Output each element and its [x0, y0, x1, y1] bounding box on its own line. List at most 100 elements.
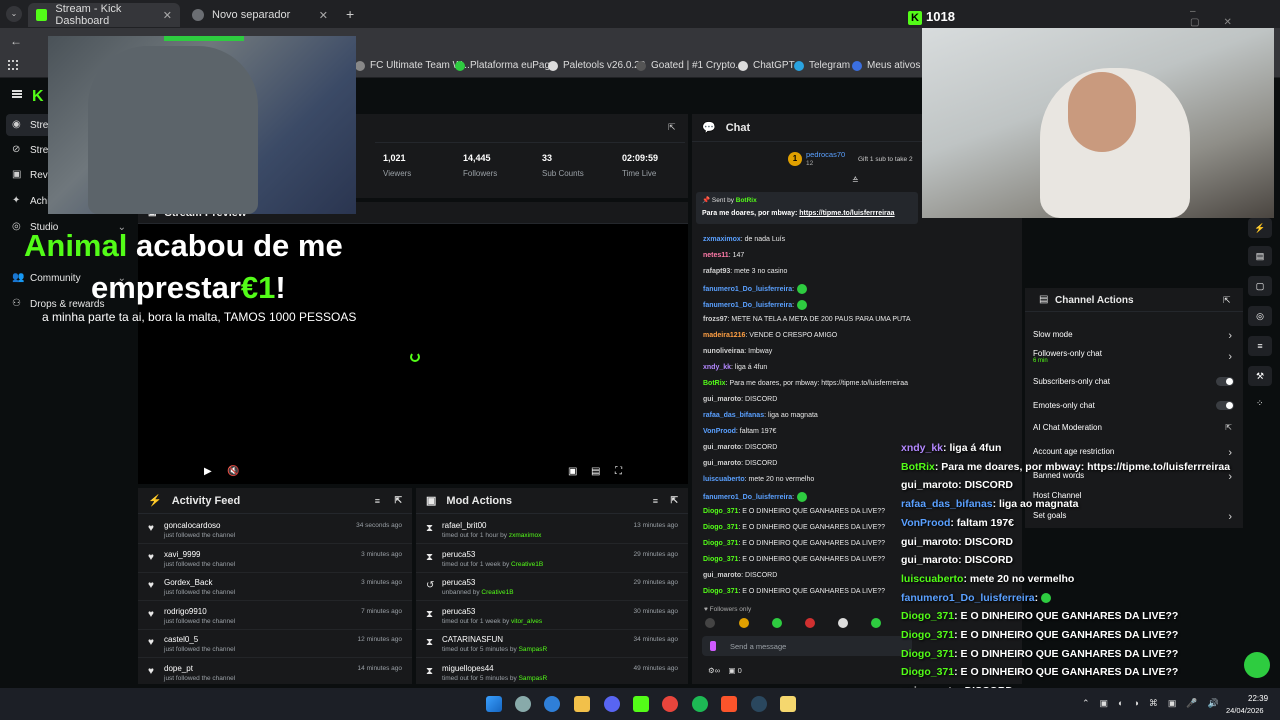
popout-icon[interactable]: ⇱ — [668, 122, 676, 133]
back-icon[interactable]: ← — [10, 34, 22, 48]
activity-row[interactable]: ♥ xavi_9999 just followed the channel 3 … — [138, 544, 412, 573]
chat-message[interactable]: gui_maroto: DISCORD — [703, 460, 777, 467]
chat-username[interactable]: gui_maroto — [703, 460, 741, 467]
chat-message[interactable]: fanumero1_Do_luisferreira: — [703, 300, 808, 310]
ai-moderation-row[interactable]: AI Chat Moderation ⇱ — [1033, 423, 1238, 435]
slow-mode-row[interactable]: Slow mode › — [1033, 330, 1238, 342]
mod-target-username[interactable]: peruca53 — [442, 578, 475, 587]
chat-username[interactable]: nunoliveiraa — [703, 348, 744, 355]
chat-message[interactable]: Diogo_371: E O DINHEIRO QUE GANHARES DA … — [703, 588, 885, 595]
bookmark-item[interactable]: Plataforma euPago — [455, 60, 556, 71]
chat-username[interactable]: gui_maroto — [703, 572, 741, 579]
chat-username[interactable]: gui_maroto — [703, 444, 741, 451]
chat-username[interactable]: fanumero1_Do_luisferreira — [703, 286, 792, 293]
subscribers-only-toggle[interactable] — [1216, 377, 1234, 386]
mod-action-row[interactable]: ↺ peruca53 unbanned by Creative1B 29 min… — [416, 572, 688, 602]
emote-icon[interactable] — [705, 618, 715, 628]
popout-icon[interactable]: ⇱ — [670, 495, 678, 506]
chat-message[interactable]: fanumero1_Do_luisferreira: — [703, 284, 808, 294]
pip-icon[interactable]: ▣ — [568, 466, 577, 477]
emote-icon[interactable] — [805, 618, 815, 628]
tab-new[interactable]: Novo separador ✕ — [184, 3, 336, 27]
emote-icon[interactable] — [739, 618, 749, 628]
chat-message[interactable]: Diogo_371: E O DINHEIRO QUE GANHARES DA … — [703, 508, 885, 515]
tray-icons[interactable]: ⌃▣◐◑⌘▣🎤🔊 — [1082, 698, 1229, 709]
windows-start-icon[interactable] — [486, 696, 502, 712]
chrome-icon[interactable] — [662, 696, 678, 712]
activity-row[interactable]: ♥ goncalocardoso just followed the chann… — [138, 515, 412, 544]
close-tab-icon[interactable]: ✕ — [319, 9, 328, 22]
support-chat-button[interactable] — [1244, 652, 1270, 678]
steam-icon[interactable] — [751, 696, 767, 712]
mod-target-username[interactable]: peruca53 — [442, 607, 475, 616]
mod-target-username[interactable]: peruca53 — [442, 550, 475, 559]
discord-icon[interactable] — [604, 696, 620, 712]
edge-icon[interactable] — [544, 696, 560, 712]
activity-username[interactable]: Gordex_Back — [164, 578, 212, 587]
chat-message[interactable]: luiscuaberto: mete 20 no vermelho — [703, 476, 814, 483]
kick-logo[interactable]: K — [32, 88, 44, 106]
activity-row[interactable]: ♥ Gordex_Back just followed the channel … — [138, 572, 412, 602]
subscribers-only-row[interactable]: Subscribers-only chat — [1033, 377, 1238, 389]
chat-username[interactable]: Diogo_371 — [703, 556, 738, 563]
bookmark-item[interactable]: ChatGPT — [738, 60, 795, 71]
chat-message[interactable]: Diogo_371: E O DINHEIRO QUE GANHARES DA … — [703, 556, 885, 563]
mute-icon[interactable]: 🔇 — [227, 466, 239, 477]
rail-list-icon[interactable]: ≡ — [1248, 336, 1272, 356]
fullscreen-icon[interactable]: ⛶ — [615, 466, 622, 477]
rail-broadcast-icon[interactable]: ◎ — [1248, 306, 1272, 326]
chat-username[interactable]: Diogo_371 — [703, 524, 738, 531]
collapse-icon[interactable]: ≙ — [852, 176, 859, 185]
chat-message[interactable]: BotRix: Para me doares, por mbway: https… — [703, 380, 908, 387]
rail-clipboard-icon[interactable]: ▤ — [1248, 246, 1272, 266]
chat-username[interactable]: frozs97 — [703, 316, 728, 323]
mod-target-username[interactable]: rafael_brit00 — [442, 521, 486, 530]
mod-action-row[interactable]: ⧗ rafael_brit00 timed out for 1 hour by … — [416, 515, 688, 544]
chat-message[interactable]: Diogo_371: E O DINHEIRO QUE GANHARES DA … — [703, 540, 885, 547]
filter-icon[interactable]: ≡ — [375, 496, 380, 506]
bookmark-item[interactable]: Goated | #1 Crypto... — [636, 60, 744, 71]
chat-username[interactable]: Diogo_371 — [703, 540, 738, 547]
copilot-icon[interactable] — [515, 696, 531, 712]
kick-app-icon[interactable] — [633, 696, 649, 712]
chat-username[interactable]: Diogo_371 — [703, 588, 738, 595]
brave-icon[interactable] — [721, 696, 737, 712]
chat-message[interactable]: gui_maroto: DISCORD — [703, 444, 777, 451]
chat-message[interactable]: gui_maroto: DISCORD — [703, 572, 777, 579]
chat-username[interactable]: Diogo_371 — [703, 508, 738, 515]
mod-action-row[interactable]: ⧗ miguellopes44 timed out for 5 minutes … — [416, 658, 688, 684]
folder-icon[interactable] — [574, 696, 590, 712]
chat-message[interactable]: Diogo_371: E O DINHEIRO QUE GANHARES DA … — [703, 524, 885, 531]
emotes-only-toggle[interactable] — [1216, 401, 1234, 410]
mod-target-username[interactable]: miguellopes44 — [442, 664, 494, 673]
chat-username[interactable]: rafapt93 — [703, 268, 730, 275]
chat-message[interactable]: madeira1216: VENDE O CRESPO AMIGO — [703, 332, 837, 339]
emote-icon[interactable] — [838, 618, 848, 628]
popout-icon[interactable]: ⇱ — [1223, 295, 1231, 306]
chat-message[interactable]: rafapt93: mete 3 no casino — [703, 268, 787, 275]
new-tab-button[interactable]: + — [346, 6, 354, 22]
chat-username[interactable]: xndy_kk — [703, 364, 731, 371]
chat-points[interactable]: ⚙∞ ▣ 0 — [708, 666, 742, 675]
chat-username[interactable]: rafaa_das_bifanas — [703, 412, 764, 419]
age-restriction-row[interactable]: Account age restriction › — [1033, 447, 1238, 459]
mod-action-row[interactable]: ⧗ peruca53 timed out for 1 week by vitor… — [416, 601, 688, 630]
followers-only-row[interactable]: Followers-only chat 6 min › — [1033, 349, 1238, 369]
emote-icon[interactable] — [871, 618, 881, 628]
activity-username[interactable]: castel0_5 — [164, 635, 198, 644]
set-goals-row[interactable]: Set goals › — [1033, 511, 1238, 523]
mod-action-row[interactable]: ⧗ CATARINASFUN timed out for 5 minutes b… — [416, 629, 688, 659]
chat-message[interactable]: netes11: 147 — [703, 252, 744, 259]
bookmark-item[interactable]: FC Ultimate Team W... — [355, 60, 470, 71]
activity-username[interactable]: xavi_9999 — [164, 550, 200, 559]
chat-username[interactable]: zxmaximox — [703, 236, 741, 243]
chat-username[interactable]: gui_maroto — [703, 396, 741, 403]
bookmark-item[interactable]: Paletools v26.0.28 — [548, 60, 645, 71]
play-button[interactable]: ▶ — [204, 466, 212, 477]
chat-message[interactable]: rafaa_das_bifanas: liga ao magnata — [703, 412, 818, 419]
activity-username[interactable]: goncalocardoso — [164, 521, 220, 530]
activity-row[interactable]: ♥ dope_pt just followed the channel 14 m… — [138, 658, 412, 684]
chat-message[interactable]: gui_maroto: DISCORD — [703, 396, 777, 403]
filter-icon[interactable]: ≡ — [653, 496, 658, 506]
chat-username[interactable]: VonProod — [703, 428, 736, 435]
